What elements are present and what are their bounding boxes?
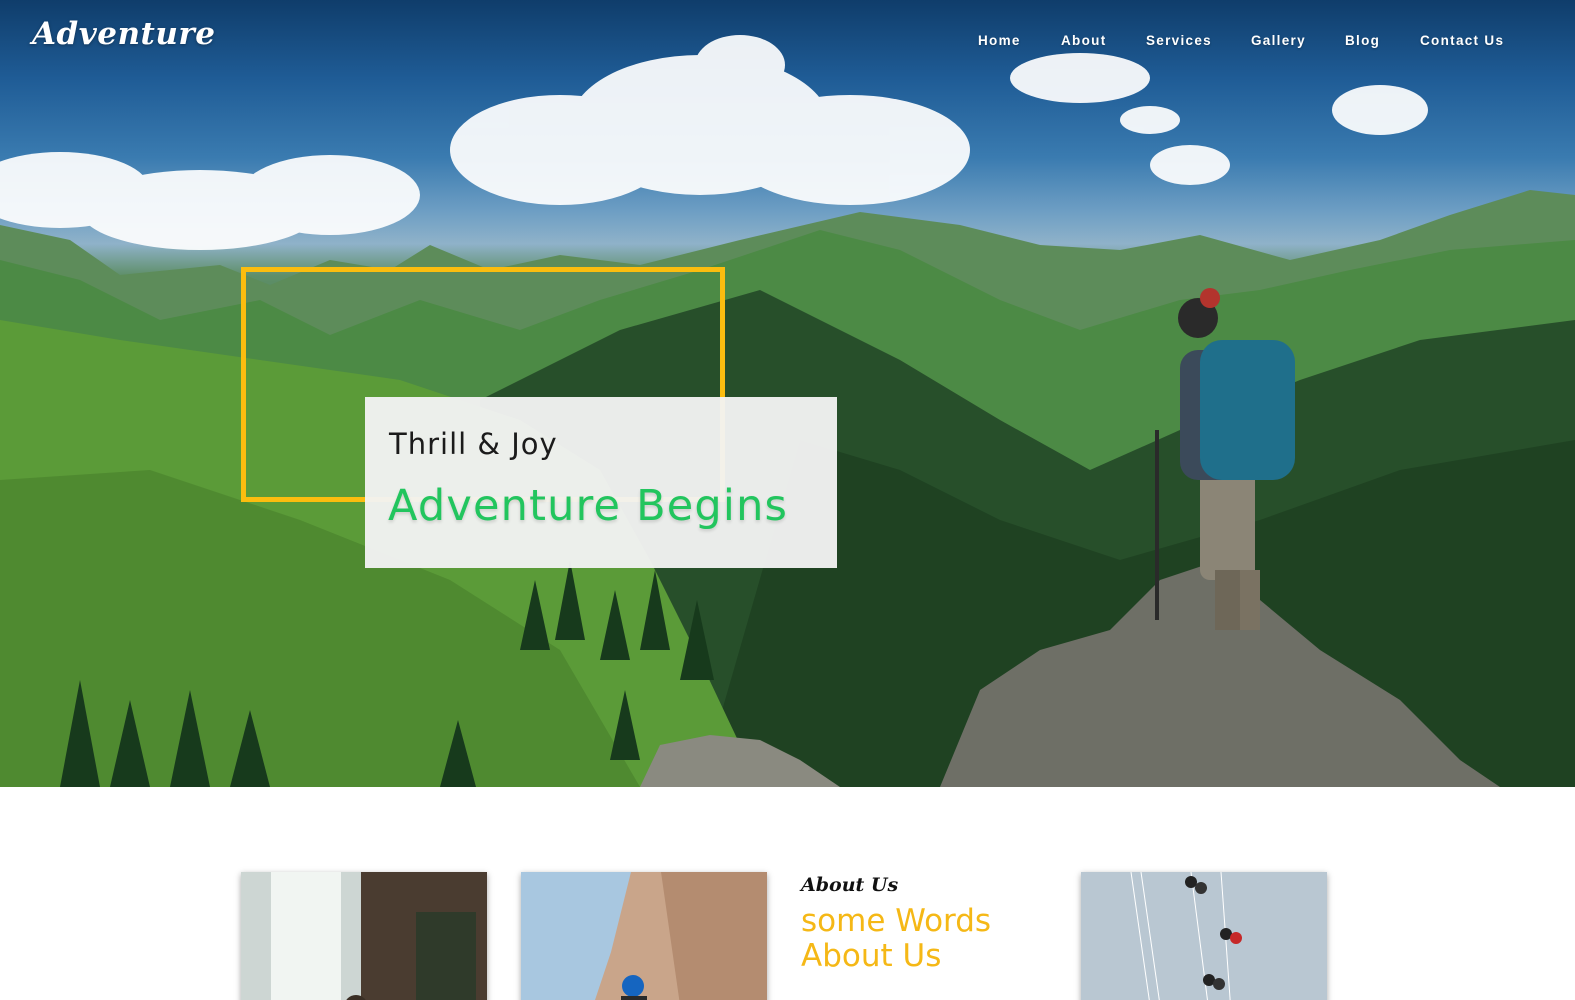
- about-kicker: About Us: [801, 874, 899, 896]
- waterfall-image: [241, 872, 487, 1000]
- hero-subtitle: Thrill & Joy: [389, 427, 558, 461]
- hero-banner: Adventure Home About Services Gallery Bl…: [0, 0, 1575, 787]
- waterfall-thumbnail[interactable]: [241, 872, 487, 1000]
- about-heading-line2: About Us: [801, 938, 942, 974]
- nav-gallery[interactable]: Gallery: [1251, 33, 1306, 48]
- mountain-landscape-image: [0, 35, 1575, 787]
- main-nav: Home About Services Gallery Blog Contact…: [0, 33, 1575, 53]
- climber-image: [521, 872, 767, 1000]
- nav-blog[interactable]: Blog: [1345, 33, 1380, 48]
- hero-title: Adventure Begins: [388, 481, 789, 531]
- hero-card: Thrill & Joy Adventure Begins: [365, 397, 837, 568]
- nav-contact[interactable]: Contact Us: [1420, 33, 1504, 48]
- nav-services[interactable]: Services: [1146, 33, 1212, 48]
- about-heading-line1: some Words: [801, 903, 992, 939]
- zipline-thumbnail[interactable]: [1081, 872, 1327, 1000]
- nav-about[interactable]: About: [1061, 33, 1106, 48]
- nav-home[interactable]: Home: [978, 33, 1021, 48]
- zipline-image: [1081, 872, 1327, 1000]
- about-heading: some Words About Us: [801, 904, 1061, 974]
- climber-thumbnail[interactable]: [521, 872, 767, 1000]
